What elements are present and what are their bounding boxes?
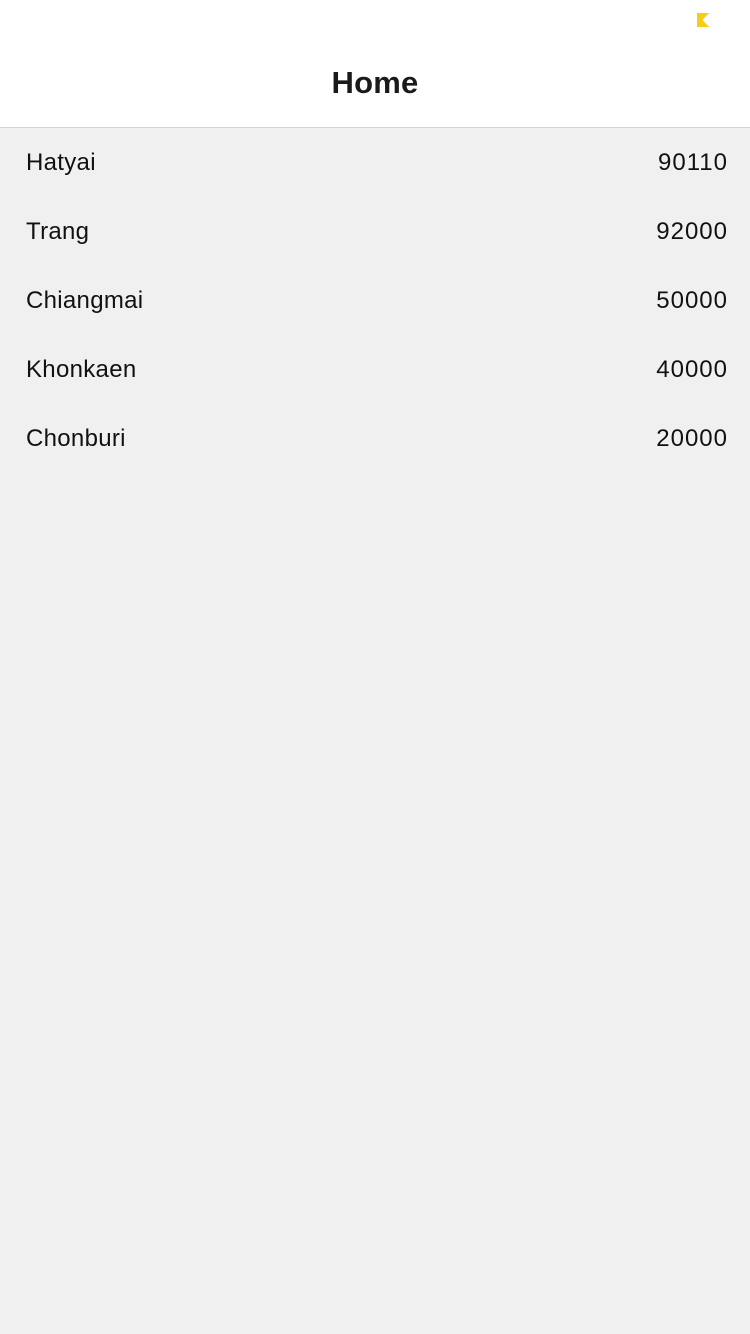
list-item-name: Trang xyxy=(26,218,90,245)
navigation-bar: Home xyxy=(0,0,750,128)
screen: Home Hatyai 90110 Trang 92000 Chiangmai … xyxy=(0,0,750,1334)
list-item[interactable]: Hatyai 90110 xyxy=(0,128,750,197)
list-item-name: Hatyai xyxy=(26,149,96,176)
list-item-value: 92000 xyxy=(656,218,728,245)
list-item-value: 50000 xyxy=(656,287,728,314)
app-badge-icon xyxy=(695,12,711,28)
list-item-name: Chonburi xyxy=(26,425,126,452)
list-item[interactable]: Chiangmai 50000 xyxy=(0,266,750,335)
list-item-value: 40000 xyxy=(656,356,728,383)
list-item-value: 20000 xyxy=(656,425,728,452)
list-item-value: 90110 xyxy=(658,149,728,176)
list-item[interactable]: Trang 92000 xyxy=(0,197,750,266)
page-title: Home xyxy=(331,65,419,100)
list-item-name: Khonkaen xyxy=(26,356,137,383)
list-item-name: Chiangmai xyxy=(26,287,144,314)
list-item[interactable]: Khonkaen 40000 xyxy=(0,335,750,404)
list-item[interactable]: Chonburi 20000 xyxy=(0,404,750,473)
